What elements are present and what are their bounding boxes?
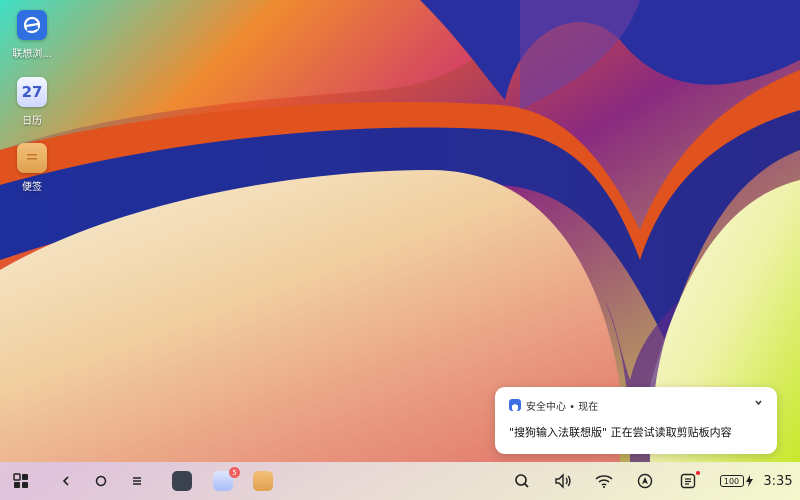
back-icon (62, 476, 69, 486)
dark-app-icon (172, 471, 192, 491)
notes-app-icon (253, 471, 273, 491)
desktop-icon-label: 便签 (22, 182, 42, 193)
notes-icon (17, 143, 47, 173)
app-grid-icon (13, 473, 28, 488)
calendar-day: 27 (21, 83, 43, 101)
chevron-down-icon[interactable] (754, 398, 763, 410)
battery-icon: 100 (719, 475, 744, 487)
browser-icon (17, 10, 47, 40)
list-icon (680, 473, 696, 489)
battery-indicator[interactable]: 100 (717, 462, 755, 500)
notification-header: 安全中心 • 现在 (526, 402, 599, 413)
app-grid-button[interactable] (8, 462, 34, 500)
navigation-icon (637, 473, 653, 489)
desktop-icon-label: 联想浏... (12, 49, 52, 60)
taskbar: 5 100 3:35 (0, 462, 800, 500)
menu-icon (133, 477, 141, 485)
wifi-button[interactable] (594, 462, 614, 500)
calendar-icon: 27 (17, 77, 47, 107)
recents-button[interactable] (127, 462, 147, 500)
unread-dot (696, 471, 700, 475)
search-button[interactable] (512, 462, 532, 500)
volume-button[interactable] (553, 462, 573, 500)
desktop-icon-browser[interactable]: 联想浏... (8, 10, 56, 60)
back-button[interactable] (56, 462, 76, 500)
navigation-button[interactable] (635, 462, 655, 500)
volume-icon (555, 473, 571, 489)
home-icon (95, 475, 107, 487)
notification-card[interactable]: 安全中心 • 现在 "搜狗输入法联想版" 正在尝试读取剪贴板内容 (495, 387, 777, 454)
search-icon (515, 474, 529, 488)
desktop-icon-notes[interactable]: 便签 (8, 143, 56, 193)
taskbar-app-1[interactable] (172, 462, 192, 500)
security-center-icon (509, 399, 521, 412)
notification-badge: 5 (229, 467, 240, 478)
clock[interactable]: 3:35 (762, 462, 794, 500)
wifi-icon (595, 475, 613, 488)
notes-panel-button[interactable] (678, 462, 700, 500)
desktop-icon-label: 日历 (22, 116, 42, 127)
clock-time: 3:35 (763, 473, 793, 489)
desktop-icon-calendar[interactable]: 27 日历 (8, 77, 56, 127)
taskbar-app-3[interactable] (253, 462, 273, 500)
notification-body: "搜狗输入法联想版" 正在尝试读取剪贴板内容 (509, 426, 732, 439)
taskbar-app-2[interactable]: 5 (213, 462, 240, 500)
charging-icon (745, 475, 753, 487)
home-button[interactable] (91, 462, 111, 500)
